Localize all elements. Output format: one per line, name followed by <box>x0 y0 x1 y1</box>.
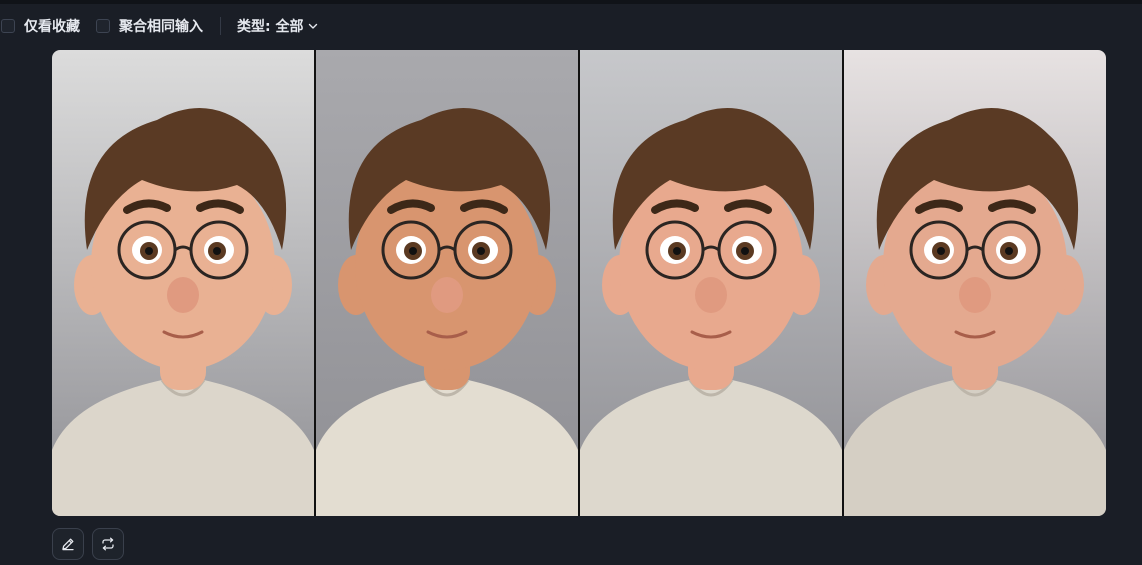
type-select-dropdown[interactable]: 类型: 全部 <box>237 16 318 36</box>
cartoon-boy-glasses-portrait <box>580 50 842 516</box>
favorites-only-label: 仅看收藏 <box>24 19 80 35</box>
filter-toolbar: 仅看收藏 聚合相同输入 类型: 全部 <box>0 14 1142 38</box>
image-actions <box>52 528 124 560</box>
toolbar-divider <box>220 17 221 35</box>
image-gallery <box>52 50 1106 516</box>
group-same-input-filter[interactable]: 聚合相同输入 <box>96 16 203 36</box>
favorites-only-checkbox[interactable] <box>1 19 15 33</box>
group-same-input-label: 聚合相同输入 <box>119 19 203 35</box>
top-border <box>0 0 1142 4</box>
regenerate-icon <box>102 537 114 551</box>
image-tile[interactable] <box>844 50 1106 516</box>
group-same-input-checkbox[interactable] <box>96 19 110 33</box>
edit-button[interactable] <box>52 528 84 560</box>
image-tile[interactable] <box>580 50 842 516</box>
favorites-only-filter[interactable]: 仅看收藏 <box>1 16 80 36</box>
edit-pencil-icon <box>62 538 74 551</box>
cartoon-boy-glasses-portrait <box>52 50 314 516</box>
cartoon-boy-glasses-portrait <box>844 50 1106 516</box>
image-tile[interactable] <box>316 50 578 516</box>
chevron-down-icon <box>309 23 318 29</box>
type-select-label: 类型: 全部 <box>237 19 304 35</box>
regenerate-button[interactable] <box>92 528 124 560</box>
image-tile[interactable] <box>52 50 314 516</box>
cartoon-boy-glasses-portrait <box>316 50 578 516</box>
